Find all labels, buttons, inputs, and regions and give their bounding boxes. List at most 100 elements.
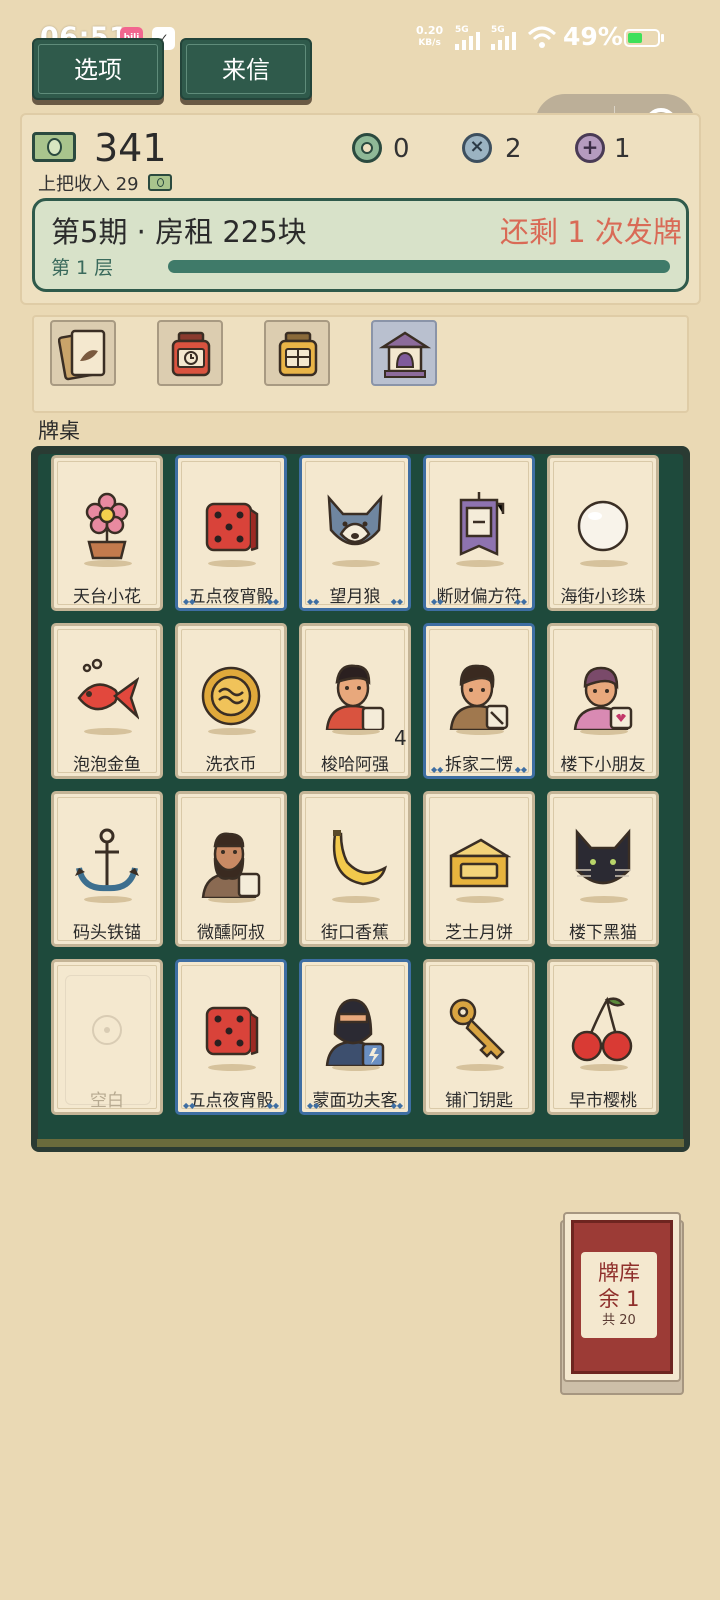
banana-icon [323, 826, 388, 898]
uncle-icon [199, 826, 263, 900]
net-speed-unit: KB/s [418, 38, 441, 48]
rarity-diamond-icon: ◆◆ [183, 1101, 196, 1110]
reroll-token-count: 0 [393, 134, 410, 164]
card-name: 空白 [90, 1091, 124, 1111]
rarity-diamond-icon: ◆◆ [183, 597, 196, 606]
anchor-icon [75, 826, 139, 898]
card[interactable]: 街口香蕉 [299, 791, 411, 947]
gift-jar-icon [278, 331, 318, 377]
dice-icon [199, 490, 263, 562]
empty-icon [75, 994, 139, 1066]
letters-label: 来信 [222, 56, 270, 84]
item-tray [32, 315, 689, 413]
card-name: 泡泡金鱼 [73, 755, 141, 775]
ninja-icon [323, 994, 387, 1068]
last-income: 上把收入 29 [38, 170, 139, 196]
card-name: 天台小花 [73, 587, 141, 607]
card-name: 洗衣币 [205, 755, 257, 775]
rarity-diamond-icon: ◆◆ [431, 597, 444, 606]
card[interactable]: 望月狼 ◆◆ ◆◆ [299, 455, 411, 611]
dice-icon [199, 994, 263, 1066]
cherry-icon [571, 994, 635, 1066]
card-pack-icon [58, 329, 106, 381]
card[interactable]: 梭哈阿强 4 [299, 623, 411, 779]
signal-label: 5G [491, 25, 505, 35]
card-name: 海街小珍珠 [560, 587, 646, 607]
clock-jar-icon [171, 331, 211, 377]
reroll-token-icon[interactable] [352, 133, 382, 163]
card[interactable]: 早市樱桃 [547, 959, 659, 1115]
card[interactable]: 拆家二愣 ◆◆ ◆◆ [423, 623, 535, 779]
add-token-count: 1 [614, 134, 631, 164]
rarity-diamond-icon: ◆◆ [514, 597, 527, 606]
card[interactable]: 海街小珍珠 [547, 455, 659, 611]
deck-remaining: 余 1 [598, 1287, 640, 1311]
card[interactable]: 五点夜宵骰 ◆◆ ◆◆ [175, 959, 287, 1115]
net-speed: 0.20 KB/s [416, 24, 443, 50]
card[interactable]: 天台小花 [51, 455, 163, 611]
card-name: 码头铁锚 [73, 923, 141, 943]
card-name: 楼下黑猫 [569, 923, 637, 943]
cash-icon [148, 174, 172, 191]
options-label: 选项 [74, 56, 122, 84]
money-value: 341 [94, 126, 167, 170]
rarity-diamond-icon: ◆◆ [307, 597, 320, 606]
item-shrine[interactable] [371, 320, 437, 386]
floor-label: 第 1 层 [51, 257, 114, 279]
battery-icon [624, 29, 660, 47]
card[interactable]: 铺门钥匙 [423, 959, 535, 1115]
card[interactable]: 洗衣币 [175, 623, 287, 779]
remove-token-icon[interactable]: × [462, 133, 492, 163]
card[interactable]: 码头铁锚 [51, 791, 163, 947]
card[interactable]: 微醺阿叔 [175, 791, 287, 947]
rent-title: 第5期 · 房租 225块 [51, 215, 307, 249]
man-tool-icon [447, 658, 511, 732]
rarity-diamond-icon: ◆◆ [390, 597, 403, 606]
signal-icon: 5G [455, 25, 488, 50]
coin-icon [199, 658, 263, 730]
pearl-icon [571, 490, 635, 562]
rarity-diamond-icon: ◆◆ [514, 765, 527, 774]
add-token-icon[interactable]: + [575, 133, 605, 163]
card-name: 芝士月饼 [445, 923, 513, 943]
item-clock-jar[interactable] [157, 320, 223, 386]
deck-pile[interactable]: 牌库 余 1 共 20 [560, 1212, 684, 1395]
card[interactable]: 楼下黑猫 [547, 791, 659, 947]
options-button[interactable]: 选项 [32, 38, 164, 100]
last-income-value: 29 [115, 174, 139, 195]
black-cat-icon [571, 826, 635, 898]
kid-icon [571, 658, 635, 732]
key-icon [447, 994, 511, 1066]
card[interactable]: 蒙面功夫客 ◆◆ ◆◆ [299, 959, 411, 1115]
item-gift-jar[interactable] [264, 320, 330, 386]
battery-fill [628, 33, 642, 43]
battery-tip [661, 34, 664, 42]
empty-card-slot[interactable]: 空白 [51, 959, 163, 1115]
net-speed-value: 0.20 [416, 24, 444, 37]
signal-label: 5G [455, 25, 469, 35]
remove-token-count: 2 [505, 134, 522, 164]
cash-icon [32, 132, 76, 162]
card-name: 微醺阿叔 [197, 923, 265, 943]
card-name: 梭哈阿强 [321, 755, 389, 775]
board-label: 牌桌 [38, 419, 80, 443]
item-card-pack[interactable] [50, 320, 116, 386]
rarity-diamond-icon: ◆◆ [266, 597, 279, 606]
card[interactable]: 断财偏方符 ◆◆ ◆◆ [423, 455, 535, 611]
rarity-diamond-icon: ◆◆ [431, 765, 444, 774]
deals-remaining: 还剩 1 次发牌 [500, 215, 682, 249]
deck-top-card: 牌库 余 1 共 20 [563, 1212, 681, 1382]
card-counter: 4 [394, 726, 407, 750]
goldfish-icon [75, 658, 140, 730]
card[interactable]: 五点夜宵骰 ◆◆ ◆◆ [175, 455, 287, 611]
card[interactable]: 楼下小朋友 [547, 623, 659, 779]
deck-label: 牌库 余 1 共 20 [581, 1252, 657, 1338]
deck-title: 牌库 [598, 1261, 640, 1285]
letters-button[interactable]: 来信 [180, 38, 312, 100]
cheese-icon [447, 826, 512, 898]
signal-icon: 5G [491, 25, 524, 50]
card-name: 铺门钥匙 [445, 1091, 513, 1111]
card[interactable]: 芝士月饼 [423, 791, 535, 947]
talisman-icon [447, 490, 511, 562]
card[interactable]: 泡泡金鱼 [51, 623, 163, 779]
